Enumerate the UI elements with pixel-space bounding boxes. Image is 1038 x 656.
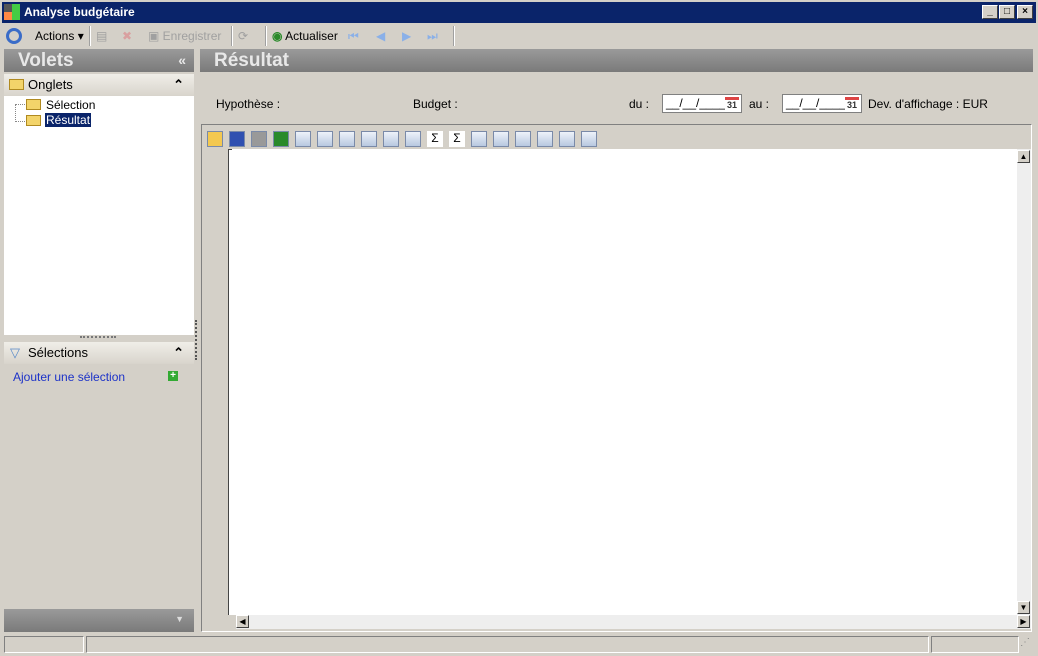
folder-open-icon (26, 115, 41, 126)
scroll-left-icon[interactable]: ◀ (236, 615, 249, 628)
grid-icon[interactable] (339, 131, 355, 147)
divider (265, 26, 267, 46)
folder-icon (26, 99, 41, 110)
expand-all-icon[interactable] (559, 131, 575, 147)
refresh-button[interactable]: ◉ Actualiser (272, 28, 338, 44)
calendar-icon[interactable]: 31 (845, 97, 859, 110)
display-currency: Dev. d'affichage : EUR (868, 97, 988, 111)
main-toolbar: Actions ▾ ▤ ✖ ▣ Enregistrer ⟳ ◉ Actualis… (0, 24, 1038, 48)
panes-footer: ▼ (4, 609, 194, 632)
fit-width-icon[interactable] (471, 131, 487, 147)
horizontal-scrollbar[interactable]: ◀ ▶ (236, 615, 1031, 629)
tabs-section-header[interactable]: Onglets ⌃ (4, 74, 194, 96)
previous-icon[interactable]: ◀ (376, 28, 385, 44)
refresh-icon: ◉ (272, 29, 283, 43)
grid-lines-icon[interactable] (361, 131, 377, 147)
resize-grip-icon[interactable]: ⋰ (1020, 637, 1030, 648)
panes-header: Volets « (4, 49, 194, 72)
first-icon[interactable]: ⏮ (348, 28, 359, 44)
tabs-section-label: Onglets (28, 77, 73, 92)
app-icon (4, 4, 20, 20)
calendar-icon[interactable]: 31 (725, 97, 739, 110)
title-bar: Analyse budgétaire _ □ × (0, 0, 1038, 23)
scroll-up-icon[interactable]: ▲ (1017, 150, 1030, 163)
divider (453, 26, 455, 46)
refresh-label: Actualiser (285, 29, 338, 43)
grid-area[interactable] (222, 149, 1030, 615)
actions-menu[interactable]: Actions ▾ (35, 28, 84, 44)
hypothesis-label: Hypothèse : (216, 97, 281, 111)
last-icon[interactable]: ⏭ (427, 28, 438, 44)
sync-icon[interactable]: ⟳ (238, 28, 248, 44)
panes-title: Volets (18, 50, 74, 71)
add-sum-icon[interactable]: Σ (449, 131, 465, 147)
collapse-section-icon[interactable]: ⌃ (173, 74, 184, 96)
folder-icon (9, 79, 24, 90)
maximize-button[interactable]: □ (999, 5, 1015, 19)
selections-section-header[interactable]: ▽ Sélections ⌃ (4, 342, 194, 364)
status-panel (4, 636, 84, 653)
grid-row-header (228, 149, 232, 615)
cross-layout-icon[interactable] (537, 131, 553, 147)
save-label: Enregistrer (162, 29, 222, 43)
delete-icon[interactable]: ✖ (122, 28, 132, 44)
add-selection-link[interactable]: Ajouter une sélection (13, 370, 125, 384)
print-icon[interactable] (251, 131, 267, 147)
selections-section-label: Sélections (28, 345, 88, 360)
rows-icon[interactable] (295, 131, 311, 147)
to-label: au : (749, 97, 770, 111)
status-bar: ⋰ (0, 634, 1038, 654)
close-button[interactable]: × (1017, 5, 1033, 19)
budget-label: Budget : (413, 97, 458, 111)
filter-icon: ▽ (10, 345, 20, 360)
status-panel (86, 636, 929, 653)
result-title: Résultat (214, 50, 289, 71)
from-label: du : (629, 97, 650, 111)
window-title: Analyse budgétaire (24, 5, 135, 19)
vertical-scrollbar[interactable]: ▲ ▼ (1017, 149, 1031, 615)
pivot-icon[interactable] (405, 131, 421, 147)
to-date-field[interactable]: __/__/____ 31 (782, 94, 862, 113)
result-header: Résultat (200, 49, 1033, 72)
columns-icon[interactable] (317, 131, 333, 147)
tree-item-resultat[interactable]: Résultat (43, 112, 93, 128)
scroll-down-icon[interactable]: ▼ (1017, 601, 1030, 614)
vertical-splitter[interactable] (195, 320, 198, 360)
from-date-field[interactable]: __/__/____ 31 (662, 94, 742, 113)
divider (231, 26, 233, 46)
menu-icon[interactable] (6, 28, 22, 44)
status-panel (931, 636, 1019, 653)
divider (89, 26, 91, 46)
row-layout-icon[interactable] (493, 131, 509, 147)
open-icon[interactable] (207, 131, 223, 147)
sum-icon[interactable]: Σ (427, 131, 443, 147)
column-layout-icon[interactable] (515, 131, 531, 147)
new-icon[interactable]: ▤ (96, 28, 107, 44)
scroll-right-icon[interactable]: ▶ (1017, 615, 1030, 628)
grid-dots-icon[interactable] (383, 131, 399, 147)
collapse-panes-button[interactable]: « (178, 49, 186, 72)
save-icon[interactable] (229, 131, 245, 147)
collapse-all-icon[interactable] (581, 131, 597, 147)
actions-label: Actions (35, 29, 75, 43)
tabs-tree: Sélection Résultat (4, 96, 194, 335)
from-date-value: __/__/____ (666, 96, 727, 110)
excel-icon[interactable] (273, 131, 289, 147)
minimize-button[interactable]: _ (982, 5, 998, 19)
pivot-grid: ΣΣ ▲ ▼ ◀ ▶ (201, 124, 1032, 632)
collapse-section-icon[interactable]: ⌃ (173, 342, 184, 364)
add-icon[interactable]: + (168, 371, 178, 381)
tree-item-selection[interactable]: Sélection (46, 98, 95, 112)
save-button[interactable]: ▣ Enregistrer (148, 28, 221, 44)
chevron-down-icon[interactable]: ▼ (175, 614, 184, 624)
splitter-handle[interactable] (80, 336, 116, 339)
to-date-value: __/__/____ (786, 96, 847, 110)
next-icon[interactable]: ▶ (402, 28, 411, 44)
